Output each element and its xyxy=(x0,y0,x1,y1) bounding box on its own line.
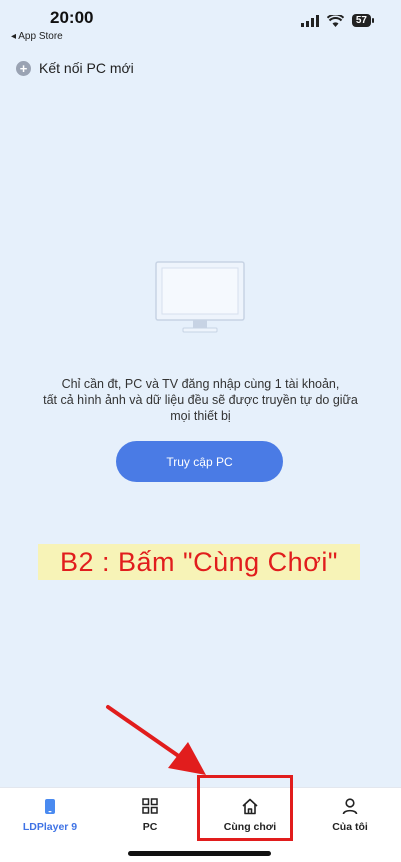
tab-cung-choi-label: Cùng chơi xyxy=(223,821,277,833)
connect-new-pc-label: Kết nối PC mới xyxy=(39,60,134,76)
access-pc-button[interactable]: Truy cập PC xyxy=(116,441,283,482)
empty-state: Chỉ cần đt, PC và TV đăng nhập cùng 1 tà… xyxy=(0,260,401,424)
status-icons: 57 xyxy=(300,14,375,27)
empty-state-line-3: mọi thiết bị xyxy=(170,409,231,423)
empty-state-line-1: Chỉ cần đt, PC và TV đăng nhập cùng 1 tà… xyxy=(61,377,340,391)
signal-icon xyxy=(300,14,319,27)
tab-cung-choi[interactable]: Cùng chơi xyxy=(200,788,300,848)
plus-icon: + xyxy=(16,60,31,76)
connect-new-pc-button[interactable]: + Kết nối PC mới xyxy=(16,60,134,76)
empty-state-message: Chỉ cần đt, PC và TV đăng nhập cùng 1 tà… xyxy=(36,376,366,424)
red-arrow-annotation xyxy=(106,705,206,775)
person-icon xyxy=(342,797,358,815)
instruction-annotation: B2 : Bấm "Cùng Chơi" xyxy=(38,544,360,580)
phone-icon xyxy=(44,797,56,815)
status-bar: 20:00 ◂ App Store 57 xyxy=(0,0,401,46)
tab-cua-toi-label: Của tôi xyxy=(332,821,368,833)
home-icon xyxy=(241,797,259,815)
battery-indicator: 57 xyxy=(351,14,375,27)
back-to-app-store-link[interactable]: ◂ App Store xyxy=(11,31,63,42)
tab-cua-toi[interactable]: Của tôi xyxy=(300,788,400,848)
grid-icon xyxy=(142,797,158,815)
home-indicator[interactable] xyxy=(128,851,271,856)
empty-state-line-2: tất cả hình ảnh và dữ liệu đều sẽ được t… xyxy=(43,393,358,407)
tab-pc-label: PC xyxy=(142,821,158,833)
wifi-icon xyxy=(326,14,344,27)
tab-ldplayer[interactable]: LDPlayer 9 xyxy=(0,788,100,848)
status-time: 20:00 xyxy=(50,8,94,27)
tab-ldplayer-label: LDPlayer 9 xyxy=(22,821,78,833)
tab-pc[interactable]: PC xyxy=(100,788,200,848)
monitor-icon xyxy=(154,261,245,333)
